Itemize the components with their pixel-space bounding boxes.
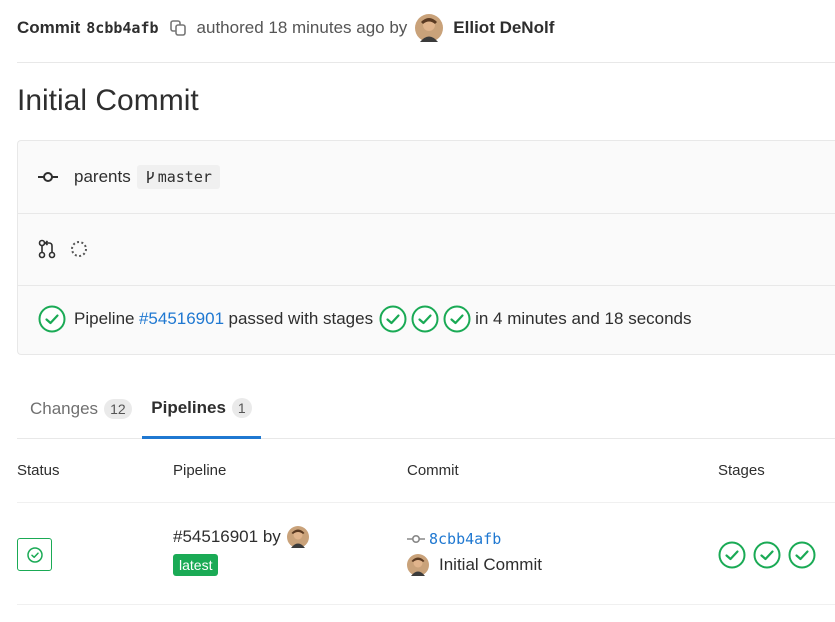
pipeline-link[interactable]: #54516901 — [139, 309, 224, 329]
column-header-status: Status — [17, 462, 60, 479]
commit-cell: 8cbb4afb Initial Commit — [407, 530, 542, 576]
stage-passed-icon[interactable] — [443, 305, 471, 333]
pipeline-cell: #54516901 by latest — [173, 526, 309, 576]
stages-cell — [718, 541, 823, 569]
commit-icon — [38, 172, 58, 182]
tab-changes-count: 12 — [104, 399, 132, 419]
stage-passed-icon[interactable] — [718, 541, 746, 569]
commit-sha: 8cbb4afb — [86, 19, 159, 37]
branch-chip[interactable]: master — [136, 165, 220, 189]
header-divider — [17, 62, 835, 63]
user-avatar[interactable] — [286, 526, 309, 548]
authored-text: authored 18 minutes ago by — [196, 18, 408, 37]
column-header-pipeline: Pipeline — [173, 462, 227, 479]
commit-label: Commit — [17, 18, 81, 37]
stage-passed-icon[interactable] — [788, 541, 816, 569]
commit-message-link[interactable]: Initial Commit — [439, 555, 542, 575]
passed-text: passed with stages — [228, 309, 374, 328]
duration-text: in 4 minutes and 18 seconds — [475, 309, 692, 328]
author-name-link[interactable]: Elliot DeNolf — [453, 18, 554, 38]
stage-passed-icon[interactable] — [379, 305, 407, 333]
tab-pipelines-label: Pipelines — [151, 398, 226, 417]
pipeline-status-badge[interactable] — [17, 538, 52, 571]
tab-changes[interactable]: Changes 12 — [30, 380, 132, 438]
tab-pipelines[interactable]: Pipelines 1 — [142, 380, 261, 439]
parents-label: parents — [74, 167, 131, 186]
tab-bar: Changes 12 Pipelines 1 — [17, 380, 835, 439]
commit-sha-link[interactable]: 8cbb4afb — [429, 530, 501, 548]
pipeline-id-link[interactable]: #54516901 — [173, 527, 258, 547]
pipeline-passed-icon[interactable] — [38, 305, 66, 333]
tab-changes-label: Changes — [30, 399, 99, 418]
branch-icon — [146, 171, 154, 183]
stage-list — [375, 305, 471, 333]
commit-info-box: parents master Pipeline #54516901 passed… — [17, 140, 835, 355]
pipeline-by-text: by — [262, 527, 281, 546]
pipeline-prefix: Pipeline — [74, 309, 135, 328]
commit-icon — [407, 534, 425, 544]
loading-spinner-icon — [71, 241, 87, 257]
branch-name: master — [157, 168, 212, 186]
merge-request-row — [18, 213, 835, 286]
commit-title: Initial Commit — [17, 84, 199, 117]
table-row-divider — [17, 604, 835, 605]
user-avatar[interactable] — [407, 554, 429, 576]
author-avatar[interactable] — [415, 14, 444, 42]
parents-row: parents master — [18, 141, 835, 214]
latest-badge: latest — [173, 554, 219, 576]
table-header-divider — [17, 502, 835, 503]
stage-passed-icon[interactable] — [753, 541, 781, 569]
stage-passed-icon[interactable] — [411, 305, 439, 333]
pipeline-status-row: Pipeline #54516901 passed with stages in… — [18, 285, 835, 353]
copy-icon[interactable] — [169, 19, 187, 37]
merge-request-icon — [38, 239, 56, 259]
tab-pipelines-count: 1 — [231, 398, 252, 418]
column-header-commit: Commit — [407, 462, 459, 479]
column-header-stages: Stages — [718, 462, 765, 479]
passed-icon — [26, 546, 43, 563]
commit-header: Commit 8cbb4afb authored 18 minutes ago … — [17, 12, 835, 44]
